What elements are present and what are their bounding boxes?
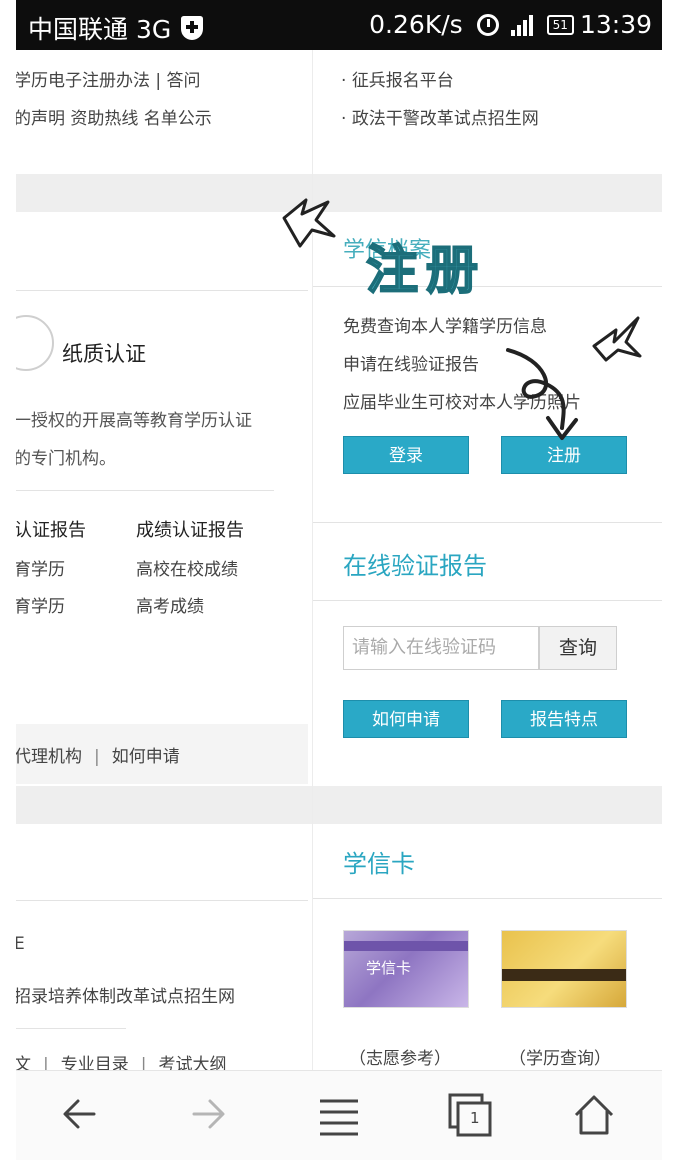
divider bbox=[16, 290, 308, 291]
paper-cert-icon bbox=[16, 315, 54, 371]
divider bbox=[16, 490, 274, 491]
tabs-count: 1 bbox=[470, 1109, 480, 1127]
xuexin-card-title: 学信卡 bbox=[343, 850, 415, 878]
card-label: 学信卡 bbox=[366, 959, 412, 977]
xuexin-card-image[interactable]: 学信卡 bbox=[343, 930, 469, 1008]
divider bbox=[313, 898, 662, 899]
recruit-link[interactable]: 招录培养体制改革试点招生网 bbox=[16, 982, 235, 1007]
forward-button[interactable] bbox=[178, 1089, 238, 1139]
clock: 13:39 bbox=[579, 10, 652, 39]
degree-card-image[interactable] bbox=[501, 930, 627, 1008]
verify-code-input[interactable]: 请输入在线验证码 bbox=[343, 626, 539, 670]
xuexin-item[interactable]: 应届毕业生可校对本人学历照片 bbox=[343, 388, 581, 413]
how-apply-button[interactable]: 如何申请 bbox=[343, 700, 469, 738]
bottom-link[interactable]: 文 bbox=[16, 1055, 31, 1070]
links-row: 代理机构 | 如何申请 bbox=[16, 747, 180, 767]
card-caption[interactable]: （学历查询） bbox=[509, 1044, 611, 1069]
shield-icon bbox=[181, 16, 204, 40]
recruit-section-label: E bbox=[16, 934, 25, 954]
report-features-button[interactable]: 报告特点 bbox=[501, 700, 627, 738]
paper-cert-desc-2: 的专门机构。 bbox=[16, 449, 116, 469]
report-col2-item[interactable]: 高考成绩 bbox=[136, 592, 204, 617]
report-col2-item[interactable]: 高校在校成绩 bbox=[136, 555, 238, 580]
xuexin-item[interactable]: 免费查询本人学籍学历信息 bbox=[343, 312, 547, 337]
report-col1-title: 认证报告 bbox=[16, 520, 86, 541]
online-report-title: 在线验证报告 bbox=[343, 552, 487, 580]
back-arrow-icon bbox=[63, 1099, 96, 1129]
top-link-statement[interactable]: 的声明 资助热线 名单公示 bbox=[16, 104, 212, 129]
agency-link[interactable]: 代理机构 bbox=[16, 747, 82, 767]
home-button[interactable] bbox=[564, 1089, 624, 1139]
alarm-icon bbox=[476, 13, 499, 36]
right-top-link[interactable]: · 征兵报名平台 bbox=[341, 66, 454, 91]
menu-icon bbox=[320, 1099, 358, 1136]
card-caption[interactable]: （志愿参考） bbox=[349, 1044, 451, 1069]
xuexin-archive-title: 学信档案 bbox=[343, 238, 432, 263]
home-icon bbox=[574, 1095, 614, 1135]
status-bar-right: 0.26K/s 51 13:39 bbox=[369, 10, 652, 39]
divider bbox=[313, 600, 662, 601]
login-button[interactable]: 登录 bbox=[343, 436, 469, 474]
browser-frame: 中国联通 3G 0.26K/s 51 13:39 学历电子注册办法 | 答问 的… bbox=[16, 0, 662, 1160]
report-col1-item[interactable]: 育学历 bbox=[16, 592, 65, 617]
register-button[interactable]: 注册 bbox=[501, 436, 627, 474]
right-column: · 征兵报名平台 · 政法干警改革试点招生网 学信档案 免费查询本人学籍学历信息… bbox=[312, 50, 662, 1070]
status-bar: 中国联通 3G 0.26K/s 51 13:39 bbox=[16, 0, 662, 50]
xuexin-item[interactable]: 申请在线验证报告 bbox=[343, 350, 479, 375]
forward-arrow-icon bbox=[192, 1099, 225, 1129]
signal-icon bbox=[510, 14, 535, 36]
paper-cert-title: 纸质认证 bbox=[62, 342, 146, 366]
top-link-register-rules[interactable]: 学历电子注册办法 | 答问 bbox=[16, 66, 201, 91]
how-apply-link[interactable]: 如何申请 bbox=[112, 747, 180, 767]
divider bbox=[16, 1028, 126, 1029]
report-col2-title: 成绩认证报告 bbox=[136, 520, 244, 541]
web-page: 学历电子注册办法 | 答问 的声明 资助热线 名单公示 纸质认证 一授权的开展高… bbox=[16, 50, 662, 1070]
bottom-links: 文 | 专业目录 | 考试大纲 bbox=[16, 1050, 226, 1070]
back-button[interactable] bbox=[50, 1089, 110, 1139]
battery-icon: 51 bbox=[546, 14, 574, 35]
status-bar-left: 中国联通 3G bbox=[28, 10, 204, 46]
tabs-icon bbox=[448, 1093, 492, 1137]
divider bbox=[313, 522, 662, 523]
menu-button[interactable] bbox=[308, 1089, 368, 1139]
paper-cert-desc-1: 一授权的开展高等教育学历认证 bbox=[16, 411, 252, 431]
left-column: 学历电子注册办法 | 答问 的声明 资助热线 名单公示 纸质认证 一授权的开展高… bbox=[16, 50, 308, 1070]
divider bbox=[16, 900, 308, 901]
report-col1-item[interactable]: 育学历 bbox=[16, 555, 65, 580]
query-button[interactable]: 查询 bbox=[539, 626, 617, 670]
tabs-button[interactable]: 1 bbox=[438, 1089, 498, 1139]
right-top-link[interactable]: · 政法干警改革试点招生网 bbox=[341, 104, 539, 129]
network-speed: 0.26K/s bbox=[369, 10, 463, 39]
divider bbox=[313, 286, 662, 287]
carrier-label: 中国联通 3G bbox=[28, 15, 172, 44]
browser-nav-bar: 1 bbox=[16, 1070, 662, 1160]
exam-syllabus-link[interactable]: 考试大纲 bbox=[158, 1055, 226, 1070]
major-catalog-link[interactable]: 专业目录 bbox=[61, 1055, 129, 1070]
